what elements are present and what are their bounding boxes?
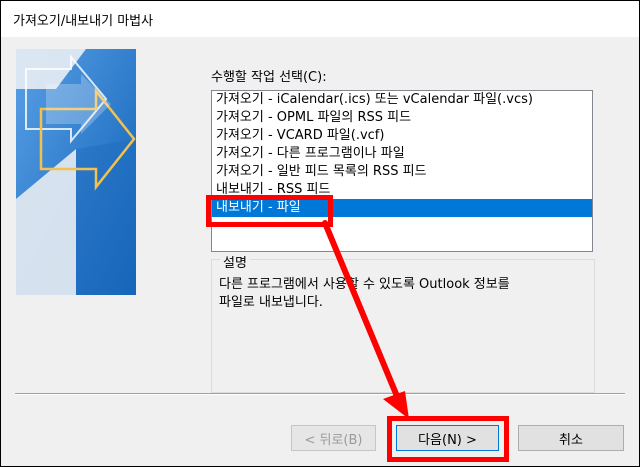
cancel-button[interactable]: 취소 bbox=[518, 425, 624, 451]
title-bar: 가져오기/내보내기 마법사 bbox=[1, 1, 639, 37]
wizard-body: 수행할 작업 선택(C): 가져오기 - iCalendar(.ics) 또는 … bbox=[1, 37, 639, 466]
list-item[interactable]: 가져오기 - 다른 프로그램이나 파일 bbox=[212, 145, 592, 163]
next-button[interactable]: 다음(N) > bbox=[396, 425, 499, 451]
separator bbox=[15, 393, 625, 395]
description-line-1: 다른 프로그램에서 사용할 수 있도록 Outlook 정보를 bbox=[219, 277, 510, 292]
list-item[interactable]: 가져오기 - VCARD 파일(.vcf) bbox=[212, 127, 592, 145]
description-title: 설명 bbox=[220, 252, 250, 271]
wizard-window: 가져오기/내보내기 마법사 수행할 작업 선택(C): 가져오기 - iCale… bbox=[0, 0, 640, 467]
list-item[interactable]: 가져오기 - iCalendar(.ics) 또는 vCalendar 파일(.… bbox=[212, 91, 592, 109]
description-group: 설명 다른 프로그램에서 사용할 수 있도록 Outlook 정보를 파일로 내… bbox=[211, 252, 595, 393]
window-title: 가져오기/내보내기 마법사 bbox=[13, 14, 154, 29]
list-item[interactable]: 가져오기 - 일반 피드 목록의 RSS 피드 bbox=[212, 163, 592, 181]
list-item-selected[interactable]: 내보내기 - 파일 bbox=[212, 199, 592, 217]
description-text: 다른 프로그램에서 사용할 수 있도록 Outlook 정보를 파일로 내보냅니… bbox=[219, 276, 589, 312]
description-line-2: 파일로 내보냅니다. bbox=[219, 295, 323, 310]
wizard-banner-image bbox=[16, 49, 136, 295]
list-item[interactable]: 가져오기 - OPML 파일의 RSS 피드 bbox=[212, 109, 592, 127]
back-button[interactable]: < 뒤로(B) bbox=[291, 425, 376, 451]
list-item[interactable]: 내보내기 - RSS 피드 bbox=[212, 181, 592, 199]
task-listbox[interactable]: 가져오기 - iCalendar(.ics) 또는 vCalendar 파일(.… bbox=[211, 90, 593, 252]
task-select-label: 수행할 작업 선택(C): bbox=[211, 70, 327, 85]
